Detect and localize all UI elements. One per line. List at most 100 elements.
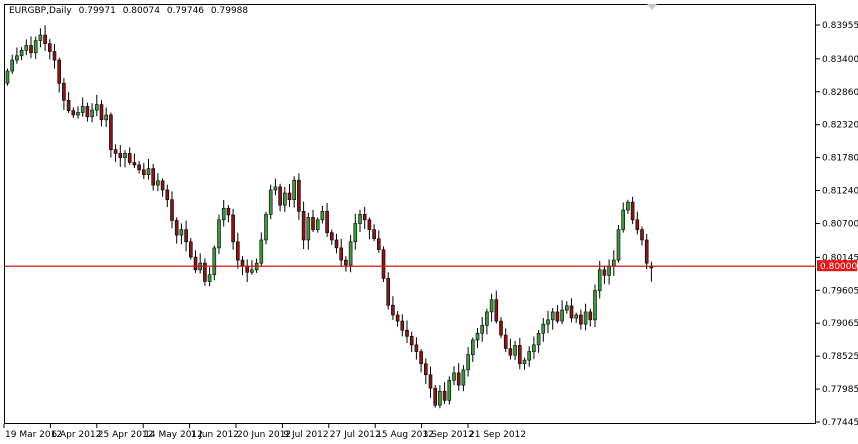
bear-candle bbox=[85, 106, 90, 118]
bull-candle bbox=[19, 50, 24, 57]
y-tick-label: 0.78525 bbox=[822, 352, 858, 362]
bull-candle bbox=[611, 259, 616, 267]
bear-candle bbox=[442, 390, 447, 401]
bear-candle bbox=[405, 329, 409, 337]
x-tick-label: 3 Sep 2012 bbox=[423, 430, 474, 440]
bear-candle bbox=[569, 305, 574, 319]
bull-candle bbox=[513, 345, 517, 356]
bull-candle bbox=[452, 372, 456, 381]
bear-candle bbox=[151, 168, 155, 186]
bear-candle bbox=[118, 153, 123, 158]
bear-candle bbox=[428, 374, 433, 389]
bull-candle bbox=[536, 332, 541, 346]
bear-candle bbox=[400, 320, 405, 331]
bear-candle bbox=[579, 314, 583, 325]
y-tick-label: 0.83955 bbox=[822, 21, 858, 31]
bull-candle bbox=[532, 344, 536, 352]
bull-candle bbox=[564, 305, 569, 311]
bear-candle bbox=[386, 278, 391, 306]
bear-candle bbox=[344, 259, 348, 266]
bull-candle bbox=[348, 241, 353, 266]
bear-candle bbox=[43, 34, 47, 44]
bear-candle bbox=[635, 219, 640, 230]
bull-candle bbox=[104, 114, 108, 121]
bear-candle bbox=[132, 162, 137, 166]
bull-candle bbox=[583, 311, 588, 325]
bull-candle bbox=[616, 229, 621, 261]
bear-candle bbox=[414, 344, 419, 352]
bull-candle bbox=[621, 209, 626, 230]
bear-candle bbox=[184, 229, 188, 243]
y-tick-label: 0.80700 bbox=[822, 220, 858, 230]
bull-candle bbox=[649, 266, 654, 269]
bull-candle bbox=[527, 351, 532, 361]
bull-candle bbox=[447, 379, 452, 401]
bear-candle bbox=[231, 214, 235, 243]
bull-candle bbox=[597, 269, 602, 291]
bull-candle bbox=[466, 354, 470, 371]
bull-candle bbox=[80, 106, 85, 113]
bear-candle bbox=[602, 269, 607, 276]
bear-candle bbox=[630, 201, 635, 221]
bear-candle bbox=[325, 211, 329, 233]
bear-candle bbox=[62, 82, 66, 101]
bull-candle bbox=[207, 274, 212, 282]
bear-candle bbox=[278, 186, 282, 206]
x-tick-label: 21 Sep 2012 bbox=[469, 430, 526, 440]
bear-candle bbox=[311, 217, 315, 230]
bear-candle bbox=[508, 348, 513, 356]
bull-candle bbox=[626, 201, 630, 211]
bull-candle bbox=[268, 189, 273, 215]
bear-candle bbox=[189, 241, 193, 258]
bull-candle bbox=[353, 223, 358, 243]
bear-candle bbox=[503, 334, 508, 349]
bear-candle bbox=[640, 229, 644, 241]
bull-candle bbox=[179, 229, 184, 236]
bear-candle bbox=[376, 238, 381, 251]
bull-candle bbox=[250, 269, 254, 273]
bull-candle bbox=[95, 104, 99, 111]
bull-candle bbox=[217, 219, 221, 249]
bull-candle bbox=[315, 219, 320, 230]
bear-candle bbox=[57, 59, 62, 84]
bull-candle bbox=[546, 319, 550, 325]
bear-candle bbox=[555, 311, 560, 322]
bear-candle bbox=[381, 249, 386, 279]
y-tick-label: 0.79605 bbox=[822, 286, 858, 296]
bull-candle bbox=[489, 299, 494, 313]
bear-candle bbox=[170, 199, 174, 221]
bear-candle bbox=[113, 149, 118, 154]
y-tick-label: 0.81780 bbox=[822, 154, 858, 164]
bull-candle bbox=[306, 217, 311, 241]
bear-candle bbox=[588, 311, 593, 321]
bull-candle bbox=[475, 332, 480, 341]
y-tick-label: 0.79065 bbox=[822, 319, 858, 329]
bear-candle bbox=[372, 229, 376, 240]
bear-candle bbox=[433, 387, 438, 406]
bear-candle bbox=[165, 189, 170, 201]
bull-candle bbox=[10, 59, 14, 72]
bull-candle bbox=[156, 180, 160, 186]
bull-candle bbox=[438, 390, 442, 406]
bear-candle bbox=[52, 51, 57, 61]
bear-candle bbox=[240, 259, 245, 267]
bear-candle bbox=[99, 104, 104, 121]
bear-candle bbox=[362, 214, 367, 221]
bear-candle bbox=[47, 43, 52, 52]
bear-candle bbox=[329, 232, 334, 241]
bear-candle bbox=[367, 219, 372, 230]
bear-candle bbox=[245, 265, 249, 273]
bull-candle bbox=[15, 55, 19, 61]
bull-candle bbox=[358, 214, 362, 224]
y-tick-label: 0.83400 bbox=[822, 55, 858, 65]
bull-candle bbox=[320, 211, 325, 221]
bull-candle bbox=[485, 311, 489, 326]
bull-candle bbox=[24, 45, 29, 51]
bull-candle bbox=[90, 109, 94, 118]
y-tick-label: 0.81240 bbox=[822, 187, 858, 197]
bear-candle bbox=[499, 320, 503, 336]
bull-candle bbox=[522, 359, 527, 365]
bull-candle bbox=[470, 339, 475, 355]
bull-candle bbox=[221, 207, 226, 221]
bull-candle bbox=[480, 325, 485, 334]
